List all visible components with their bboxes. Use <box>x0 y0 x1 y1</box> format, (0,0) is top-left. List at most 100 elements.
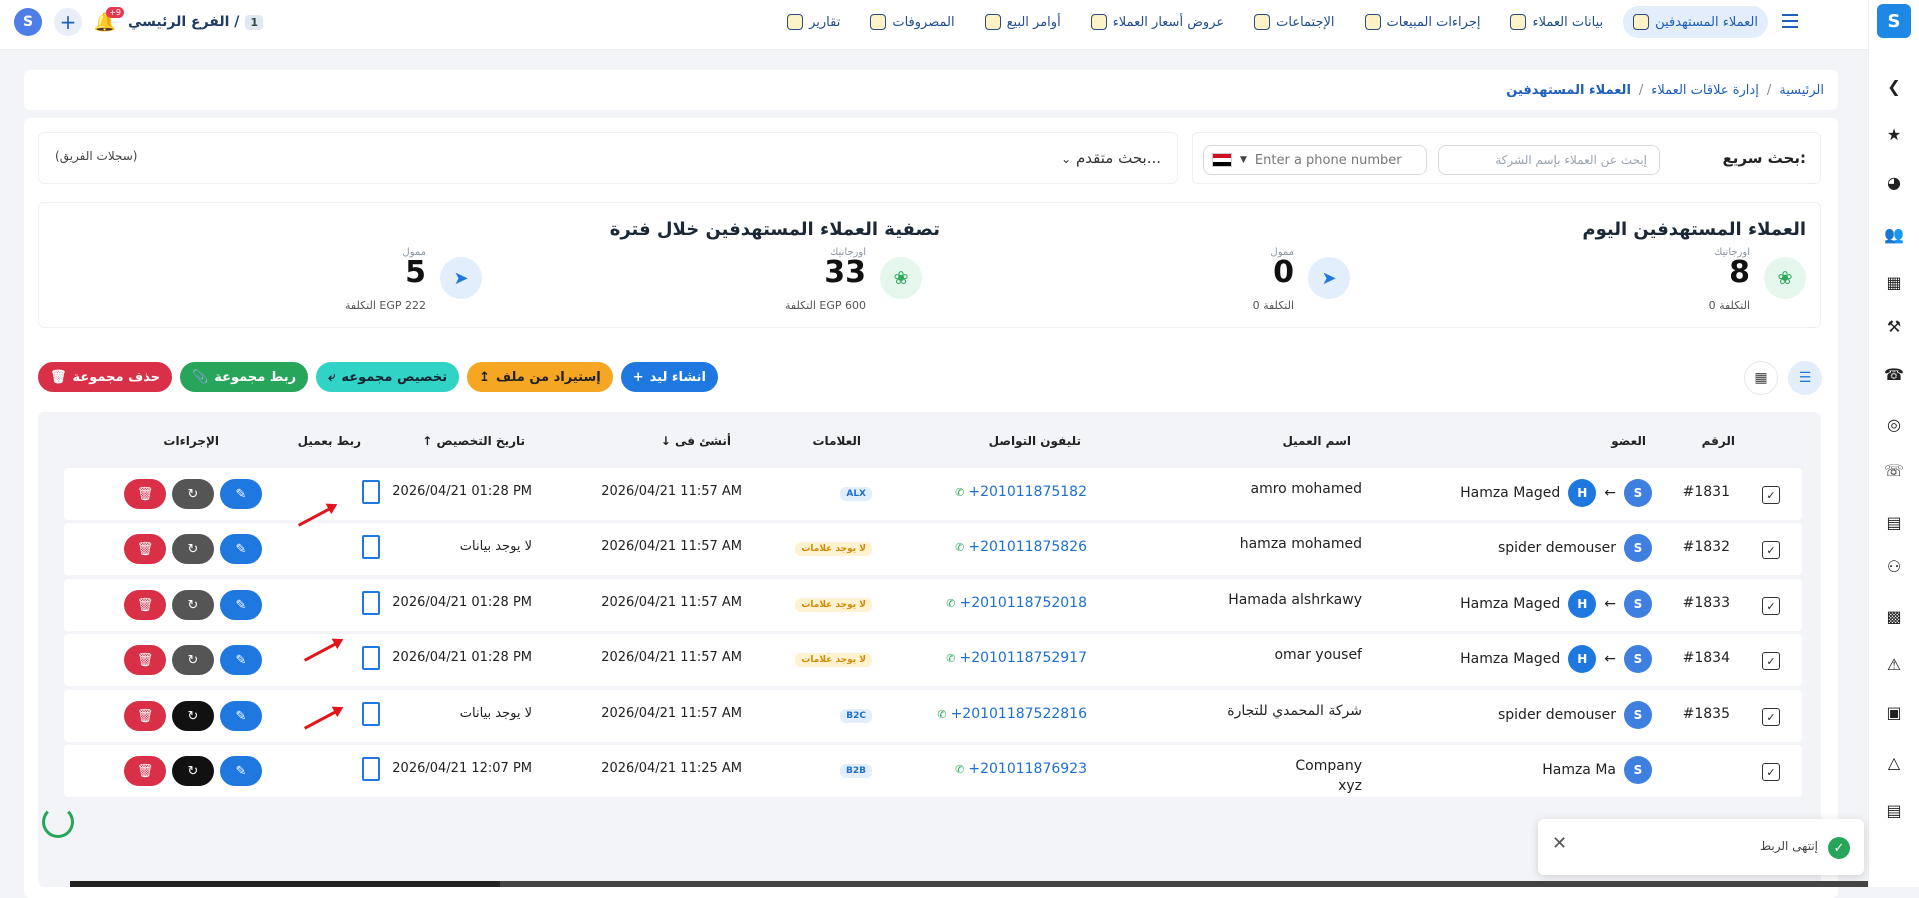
link-client-icon[interactable] <box>362 702 380 726</box>
phone-call-icon[interactable]: ☎ <box>1884 364 1904 384</box>
nav-item[interactable]: تقارير <box>777 6 850 38</box>
refresh-icon[interactable]: ↻ <box>172 645 214 675</box>
whatsapp-icon[interactable]: ✆ <box>955 541 964 554</box>
whatsapp-icon[interactable]: ✆ <box>946 652 955 665</box>
client-phone[interactable]: ✆ +2010118752917 <box>946 650 1087 666</box>
add-icon[interactable]: + <box>54 8 82 36</box>
link-client-icon[interactable] <box>362 535 380 559</box>
list-view-icon[interactable]: ☰ <box>1788 361 1822 395</box>
target-icon[interactable]: ◎ <box>1884 414 1904 434</box>
client-name-line: xyz <box>1338 778 1362 794</box>
edit-icon[interactable]: ✎ <box>220 479 262 509</box>
advanced-search-card[interactable]: ⌄ بحث متقدم... (سجلات الفريق) <box>38 132 1178 184</box>
triangle-chart-icon[interactable]: △ <box>1884 752 1904 772</box>
menu-icon[interactable] <box>1782 14 1798 28</box>
dashboard-gauge-icon[interactable]: ◕ <box>1884 172 1904 192</box>
refresh-icon[interactable]: ↻ <box>172 756 214 786</box>
delete-icon[interactable]: 🗑 <box>124 590 166 620</box>
edit-icon[interactable]: ✎ <box>220 701 262 731</box>
edit-icon[interactable]: ✎ <box>220 645 262 675</box>
egypt-flag-icon[interactable] <box>1212 153 1232 167</box>
nav-item[interactable]: الإجتماعات <box>1244 6 1344 38</box>
row-checkbox[interactable]: ✓ <box>1762 541 1780 559</box>
breadcrumb-home[interactable]: الرئيسية <box>1779 83 1824 98</box>
delete-group-button[interactable]: 🗑 حذف مجموعة <box>38 362 173 392</box>
whatsapp-icon[interactable]: ✆ <box>937 708 946 721</box>
close-icon[interactable]: ✕ <box>1552 833 1567 854</box>
table-row[interactable]: ✓ #1832 spider demouser Shamza mohamed ✆ +201… <box>64 523 1802 575</box>
whatsapp-icon[interactable]: ✆ <box>955 486 964 499</box>
sidebar-logo-icon[interactable]: S <box>1877 4 1911 38</box>
header-created-at[interactable]: ↓ أنشئ فى <box>661 434 731 448</box>
delete-icon[interactable]: 🗑 <box>124 479 166 509</box>
nav-item[interactable]: أوامر البيع <box>975 6 1071 38</box>
star-icon[interactable]: ★ <box>1884 124 1904 144</box>
users-icon[interactable]: 👥 <box>1884 224 1904 244</box>
grid-view-icon[interactable]: ▦ <box>1744 361 1778 395</box>
nav-item[interactable]: إجراءات المبيعات <box>1355 6 1491 38</box>
building-icon[interactable]: ▦ <box>1884 272 1904 292</box>
link-client-icon[interactable] <box>362 480 380 504</box>
delete-icon[interactable]: 🗑 <box>124 756 166 786</box>
nav-item[interactable]: العملاء المستهدفين <box>1623 6 1768 38</box>
nav-item[interactable]: بيانات العملاء <box>1500 6 1613 38</box>
link-group-button[interactable]: 📎 ربط مجموعة <box>180 362 309 392</box>
breadcrumb-section[interactable]: إدارة علاقات العملاء <box>1651 83 1759 98</box>
edit-icon[interactable]: ✎ <box>220 756 262 786</box>
chevron-down-icon[interactable]: ▼ <box>1240 155 1247 165</box>
chevron-left-icon[interactable]: ❮ <box>1884 76 1904 96</box>
link-client-icon[interactable] <box>362 646 380 670</box>
row-checkbox[interactable]: ✓ <box>1762 708 1780 726</box>
table-row[interactable]: ✓ #1834 Hamza Maged H ← Somar yousef ✆ +2010118… <box>64 634 1802 686</box>
scrollbar-track[interactable] <box>500 881 1868 887</box>
delete-icon[interactable]: 🗑 <box>124 534 166 564</box>
client-phone[interactable]: ✆ +201011875826 <box>955 539 1087 555</box>
refresh-icon[interactable]: ↻ <box>172 701 214 731</box>
phone-placeholder: Enter a phone number <box>1254 152 1402 168</box>
refresh-icon[interactable]: ↻ <box>172 479 214 509</box>
row-checkbox[interactable]: ✓ <box>1762 597 1780 615</box>
team-icon[interactable]: ⚇ <box>1884 556 1904 576</box>
import-file-button[interactable]: ↥ إستيراد من ملف <box>467 362 613 392</box>
client-phone[interactable]: ✆ +20101187522816 <box>937 706 1087 722</box>
client-phone[interactable]: ✆ +201011875182 <box>955 484 1087 500</box>
row-checkbox[interactable]: ✓ <box>1762 652 1780 670</box>
phone-search-input[interactable]: ▼ Enter a phone number <box>1203 145 1427 175</box>
advanced-search-toggle[interactable]: ⌄ بحث متقدم... <box>1061 149 1161 167</box>
nav-item[interactable]: عروض أسعار العملاء <box>1081 6 1234 38</box>
refresh-icon[interactable]: ↻ <box>172 590 214 620</box>
row-checkbox[interactable]: ✓ <box>1762 486 1780 504</box>
whatsapp-icon[interactable]: ✆ <box>955 763 964 776</box>
stat-value: 33 <box>824 255 866 290</box>
call-center-icon[interactable]: ☏ <box>1884 460 1904 480</box>
tools-icon[interactable]: ⚒ <box>1884 316 1904 336</box>
company-search-input[interactable]: إبحث عن العملاء بإسم الشركة <box>1438 145 1660 175</box>
row-checkbox[interactable]: ✓ <box>1762 763 1780 781</box>
table-row[interactable]: ✓ #1833 Hamza Maged H ← S Hamada alshrkawy ✆ +20… <box>64 579 1802 631</box>
refresh-icon[interactable]: ↻ <box>172 534 214 564</box>
cash-icon[interactable]: ▩ <box>1884 606 1904 626</box>
client-phone[interactable]: ✆ +2010118752018 <box>946 595 1087 611</box>
bell-icon[interactable]: 🔔 +9 <box>94 7 124 33</box>
link-client-icon[interactable] <box>362 757 380 781</box>
create-lead-button[interactable]: + انشاء ليد <box>620 362 718 392</box>
client-phone[interactable]: ✆ +201011876923 <box>955 761 1087 777</box>
nav-item[interactable]: المصروفات <box>860 6 964 38</box>
calendar-clock-icon[interactable]: ▤ <box>1884 512 1904 532</box>
breadcrumb: الرئيسية / إدارة علاقات العملاء / العملا… <box>24 70 1838 110</box>
branch-selector[interactable]: الفرع الرئيسي / 1 <box>128 14 264 30</box>
edit-icon[interactable]: ✎ <box>220 534 262 564</box>
assign-group-button[interactable]: ⤶ تخصيص مجموعه <box>316 362 460 392</box>
whatsapp-icon[interactable]: ✆ <box>946 597 955 610</box>
delete-icon[interactable]: 🗑 <box>124 701 166 731</box>
file-icon[interactable]: ▤ <box>1884 800 1904 820</box>
warning-icon[interactable]: ⚠ <box>1884 654 1904 674</box>
table-row[interactable]: ✓ Hamza Ma S Company xyz ✆ +201011876923 B2B 202… <box>64 745 1802 797</box>
header-assigned-at[interactable]: ↑ تاريخ التخصيص <box>422 434 525 448</box>
video-icon[interactable]: ▣ <box>1884 702 1904 722</box>
delete-icon[interactable]: 🗑 <box>124 645 166 675</box>
link-client-icon[interactable] <box>362 591 380 615</box>
row-actions: 🗑 ↻ ✎ <box>124 479 262 509</box>
edit-icon[interactable]: ✎ <box>220 590 262 620</box>
app-logo-icon[interactable]: S <box>14 8 42 36</box>
